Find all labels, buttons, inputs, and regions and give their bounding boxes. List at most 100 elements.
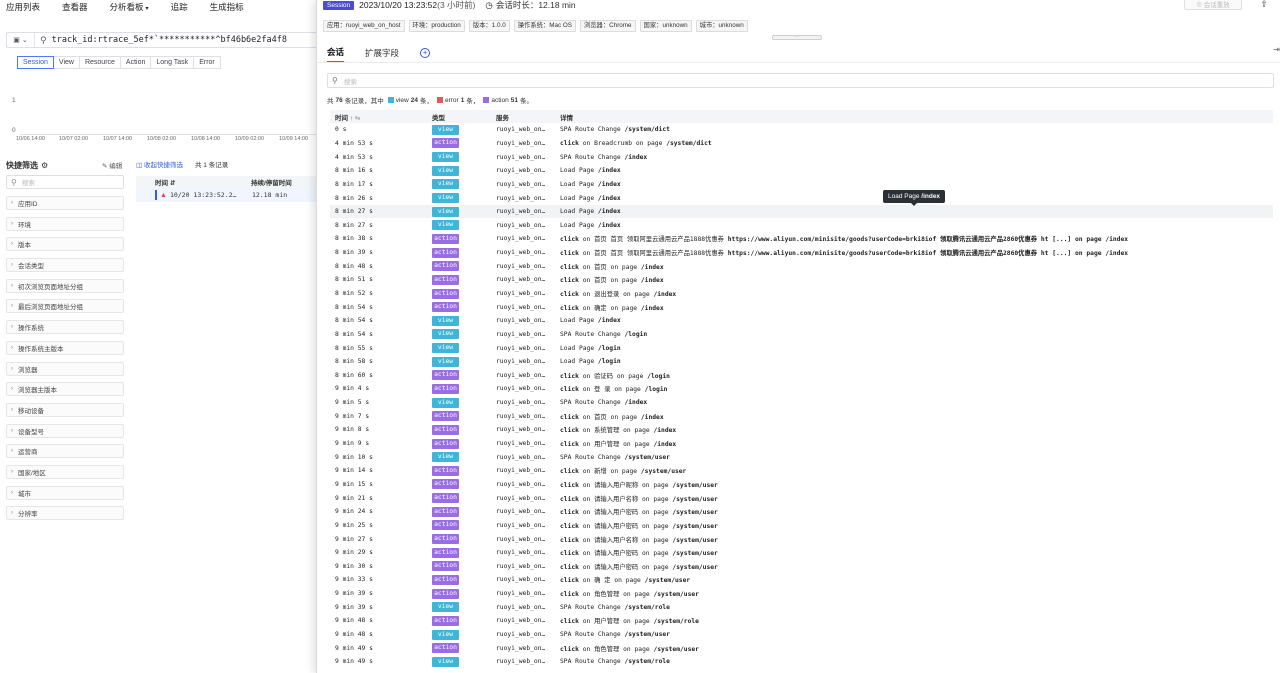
quick-filter-item[interactable]: › 操作系统 bbox=[6, 320, 124, 335]
share-icon[interactable]: ⇧ bbox=[1260, 0, 1268, 10]
event-row[interactable]: 8 min 60 s action ruoyi_web_on… click on 验证… bbox=[330, 369, 1273, 383]
session-replay-button[interactable]: ◎ 会话重放 bbox=[1184, 0, 1242, 10]
quick-filter-item[interactable]: › 国家/地区 bbox=[6, 464, 124, 479]
col-time-header[interactable]: 时间 ↑ ⇆ bbox=[330, 112, 428, 122]
event-type-cell: action bbox=[428, 383, 494, 394]
event-row[interactable]: 4 min 53 s action ruoyi_web_on… click on Br… bbox=[330, 137, 1273, 151]
event-detail: click on 首页 首页 领取阿里云通用云产品1888优惠券 https:/… bbox=[559, 234, 1273, 243]
event-row[interactable]: 9 min 30 s action ruoyi_web_on… click on 请输… bbox=[330, 560, 1273, 574]
event-row[interactable]: 9 min 39 s action ruoyi_web_on… click on 角色… bbox=[330, 587, 1273, 601]
event-time: 9 min 4 s bbox=[335, 385, 370, 393]
event-row[interactable]: 9 min 21 s action ruoyi_web_on… click on 请输… bbox=[330, 491, 1273, 505]
event-row[interactable]: 9 min 24 s action ruoyi_web_on… click on 请输… bbox=[330, 505, 1273, 519]
event-row[interactable]: 8 min 39 s action ruoyi_web_on… click on 首页… bbox=[330, 246, 1273, 260]
nav-explorer[interactable]: 查看器 bbox=[62, 1, 88, 13]
tab-long-task[interactable]: Long Task bbox=[150, 56, 195, 69]
event-row[interactable]: 9 min 4 s action ruoyi_web_on… click on 登 录… bbox=[330, 382, 1273, 396]
event-row[interactable]: 8 min 55 s view ruoyi_web_on… Load Page /lo… bbox=[330, 341, 1273, 355]
add-tab-icon[interactable]: + bbox=[420, 48, 431, 58]
query-search-box[interactable]: ▣ ⌄ ⚲ track_id:rtrace_5ef*`***********^b… bbox=[6, 32, 316, 48]
event-row[interactable]: 9 min 7 s action ruoyi_web_on… click on 首页 … bbox=[330, 409, 1273, 423]
event-row[interactable]: 9 min 27 s action ruoyi_web_on… click on 请输… bbox=[330, 532, 1273, 546]
event-row[interactable]: 8 min 38 s action ruoyi_web_on… click on 首页… bbox=[330, 232, 1273, 246]
event-row[interactable]: 8 min 17 s view ruoyi_web_on… Load Page /in… bbox=[330, 178, 1273, 192]
quick-filter-item[interactable]: › 城市 bbox=[6, 485, 124, 500]
tab-resource[interactable]: Resource bbox=[78, 56, 121, 69]
event-row[interactable]: 8 min 27 s view ruoyi_web_on… Load Page /in… bbox=[330, 204, 1273, 219]
quick-filter-item[interactable]: › 浏览器主版本 bbox=[6, 382, 124, 397]
nav-app-list[interactable]: 应用列表 bbox=[6, 1, 40, 13]
event-type-tag: view bbox=[432, 629, 459, 640]
event-search-input[interactable]: ⚲ 搜索 bbox=[327, 73, 1274, 88]
event-service: ruoyi_web_on… bbox=[496, 494, 546, 502]
search-query-text[interactable]: track_id:rtrace_5ef*`***********^bf46b6e… bbox=[52, 35, 287, 45]
quick-filter-item[interactable]: › 最后浏览页面地址分组 bbox=[6, 299, 124, 314]
quick-filter-item[interactable]: › 运营商 bbox=[6, 444, 124, 459]
quick-filter-item[interactable]: › 分辨率 bbox=[6, 506, 124, 521]
event-detail: Load Page /index bbox=[559, 208, 1273, 215]
event-row[interactable]: 8 min 54 s view ruoyi_web_on… Load Page /in… bbox=[330, 314, 1273, 328]
event-row[interactable]: 9 min 49 s action ruoyi_web_on… click on 角色… bbox=[330, 641, 1273, 655]
resize-handle[interactable]: ··· bbox=[772, 35, 822, 40]
event-row[interactable]: 9 min 9 s action ruoyi_web_on… click on 用户管… bbox=[330, 437, 1273, 451]
tab-session[interactable]: Session bbox=[17, 56, 54, 69]
tab-session-events[interactable]: 会话 bbox=[327, 46, 345, 63]
quick-filter-item[interactable]: › 设备型号 bbox=[6, 423, 124, 438]
quick-filter-item[interactable]: › 移动设备 bbox=[6, 402, 124, 417]
quick-filter-item[interactable]: › 环境 bbox=[6, 216, 124, 231]
event-row[interactable]: 9 min 33 s action ruoyi_web_on… click on 确 … bbox=[330, 573, 1273, 587]
event-detail: SPA Route Change /system/role bbox=[559, 658, 1273, 665]
event-row[interactable]: 9 min 49 s view ruoyi_web_on… SPA Route Cha… bbox=[330, 655, 1273, 669]
quick-filter-item[interactable]: › 版本 bbox=[6, 237, 124, 252]
quick-filter-item[interactable]: › 会话类型 bbox=[6, 258, 124, 273]
event-row[interactable]: 9 min 5 s view ruoyi_web_on… SPA Route Chan… bbox=[330, 396, 1273, 410]
tab-error[interactable]: Error bbox=[193, 56, 221, 69]
tab-view[interactable]: View bbox=[52, 56, 80, 69]
event-row[interactable]: 8 min 27 s view ruoyi_web_on… Load Page /in… bbox=[330, 218, 1273, 232]
event-row[interactable]: 9 min 15 s action ruoyi_web_on… click on 请输… bbox=[330, 478, 1273, 492]
quick-filter-search-input[interactable]: ⚲ 搜索 bbox=[6, 175, 124, 189]
event-row[interactable]: 4 min 53 s view ruoyi_web_on… SPA Route Cha… bbox=[330, 150, 1273, 164]
detail-path: /system/user bbox=[640, 468, 687, 476]
event-row[interactable]: 9 min 8 s action ruoyi_web_on… click on 系统管… bbox=[330, 423, 1273, 437]
event-row[interactable]: 9 min 14 s action ruoyi_web_on… click on 新增… bbox=[330, 464, 1273, 478]
quick-filter-item[interactable]: › 浏览器 bbox=[6, 361, 124, 376]
tab-extended-fields[interactable]: 扩展字段 bbox=[365, 47, 399, 62]
nav-trace[interactable]: 追踪 bbox=[171, 1, 188, 13]
nav-dashboard[interactable]: 分析看板 ▾ bbox=[110, 1, 149, 13]
event-row[interactable]: 9 min 10 s view ruoyi_web_on… SPA Route Cha… bbox=[330, 450, 1273, 464]
panel-collapse-icon[interactable]: ⇥ bbox=[1273, 45, 1280, 54]
detail-pre: click bbox=[560, 277, 579, 285]
event-row[interactable]: 0 s view ruoyi_web_on… SPA Route Change /sy… bbox=[330, 123, 1273, 137]
gear-icon[interactable]: ⚙ bbox=[41, 161, 48, 170]
detail-pre: click bbox=[560, 495, 579, 503]
quick-filter-item[interactable]: › 初次浏览页面地址分组 bbox=[6, 278, 124, 293]
chevron-right-icon: › bbox=[11, 344, 13, 351]
quick-filter-item[interactable]: › 应用ID bbox=[6, 196, 124, 210]
event-row[interactable]: 9 min 25 s action ruoyi_web_on… click on 请输… bbox=[330, 519, 1273, 533]
detail-pre: click bbox=[560, 509, 579, 517]
event-row[interactable]: 8 min 16 s view ruoyi_web_on… Load Page /in… bbox=[330, 164, 1273, 178]
event-row[interactable]: 8 min 48 s action ruoyi_web_on… click on 首页… bbox=[330, 259, 1273, 273]
quick-filter-edit-button[interactable]: ✎ 编辑 bbox=[102, 160, 122, 170]
event-row[interactable]: 9 min 48 s action ruoyi_web_on… click on 用户… bbox=[330, 614, 1273, 628]
query-mode-selector[interactable]: ▣ ⌄ bbox=[7, 33, 35, 47]
event-row[interactable]: 9 min 48 s view ruoyi_web_on… SPA Route Cha… bbox=[330, 628, 1273, 642]
event-service: ruoyi_web_on… bbox=[496, 358, 546, 366]
event-row[interactable]: 8 min 54 s view ruoyi_web_on… SPA Route Cha… bbox=[330, 328, 1273, 342]
event-row[interactable]: 9 min 39 s view ruoyi_web_on… SPA Route Cha… bbox=[330, 600, 1273, 614]
col-time-header[interactable]: 时间 ⇵ bbox=[136, 177, 251, 187]
quick-filter-item[interactable]: › 操作系统主版本 bbox=[6, 340, 124, 355]
session-row[interactable]: ▲ 10/20 13:23:52.2… 12.18 min bbox=[136, 188, 316, 202]
event-row[interactable]: 8 min 52 s action ruoyi_web_on… click on 退出… bbox=[330, 287, 1273, 301]
tab-action[interactable]: Action bbox=[119, 56, 152, 69]
collapse-quick-filter-button[interactable]: ◫ 收起快捷筛选 bbox=[136, 159, 183, 169]
event-row[interactable]: 8 min 51 s action ruoyi_web_on… click on 首页… bbox=[330, 273, 1273, 287]
event-type-cell: action bbox=[428, 438, 494, 449]
event-row[interactable]: 8 min 58 s view ruoyi_web_on… Load Page /lo… bbox=[330, 355, 1273, 369]
event-row[interactable]: 8 min 26 s view ruoyi_web_on… Load Page /in… bbox=[330, 191, 1273, 205]
event-row[interactable]: 8 min 54 s action ruoyi_web_on… click on 确定… bbox=[330, 300, 1273, 314]
event-row[interactable]: 9 min 29 s action ruoyi_web_on… click on 请输… bbox=[330, 546, 1273, 560]
event-service: ruoyi_web_on… bbox=[496, 344, 546, 352]
nav-generate-metric[interactable]: 生成指标 bbox=[210, 1, 244, 13]
